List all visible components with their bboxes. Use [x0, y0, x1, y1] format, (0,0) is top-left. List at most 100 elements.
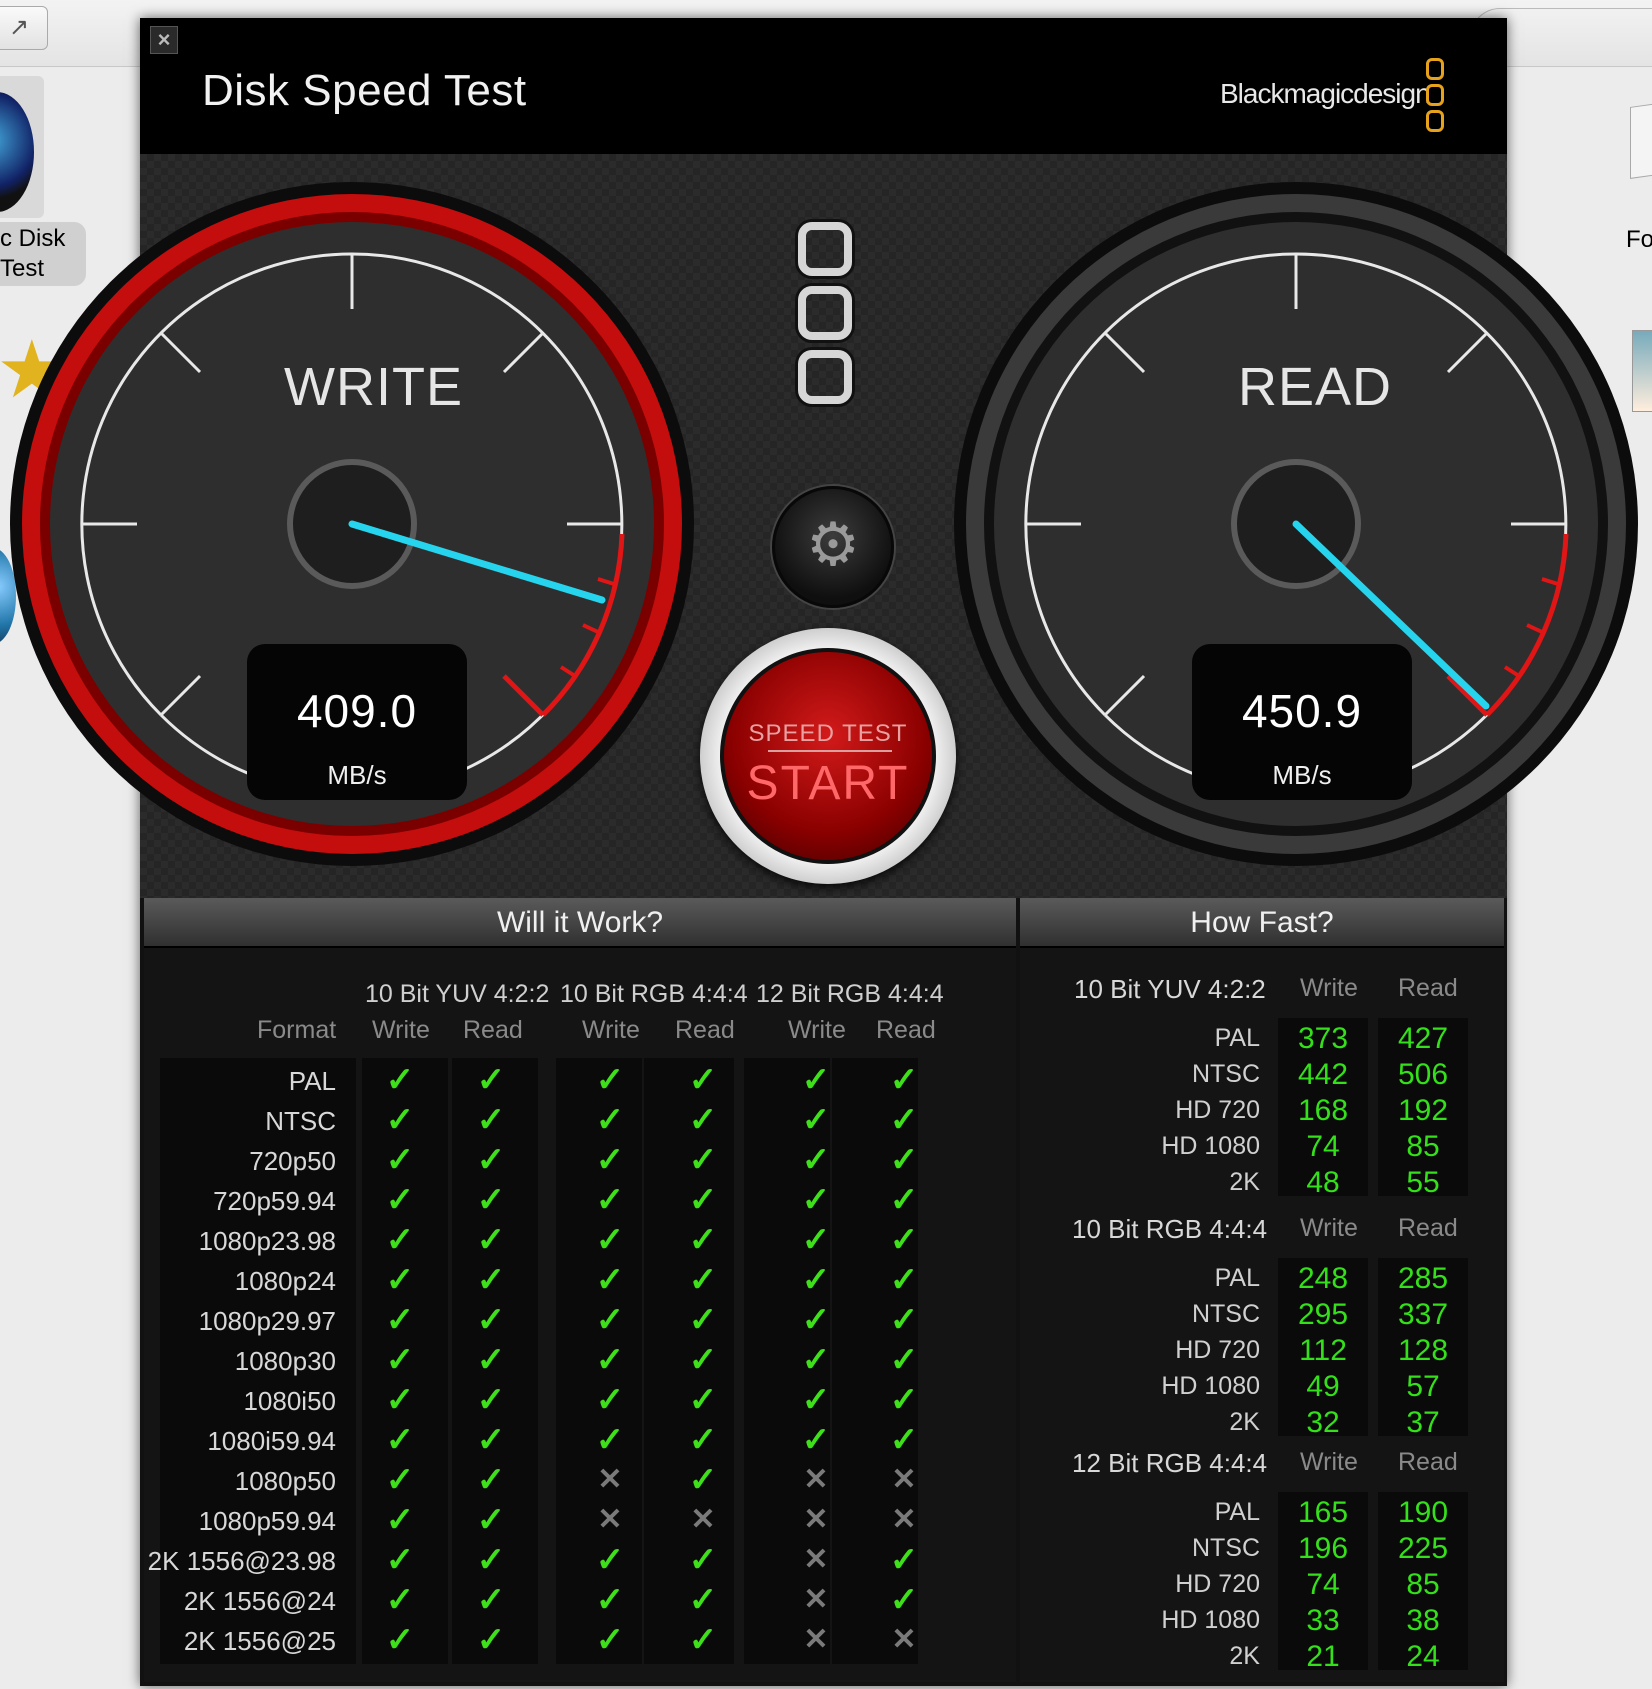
start-button-label: START	[746, 757, 910, 810]
title-bar: × Disk Speed Test Blackmagicdesign	[140, 18, 1507, 154]
format-column-header: Format	[257, 1016, 337, 1044]
settings-gear-button[interactable]: ⚙	[772, 486, 894, 608]
write-read-subheader: Write	[582, 1016, 640, 1044]
cross-mark-icon: ✕	[891, 1623, 917, 1656]
speed-read-column-header: Read	[1398, 1448, 1458, 1476]
check-mark-icon: ✓	[385, 1381, 415, 1419]
check-mark-icon: ✓	[595, 1221, 625, 1259]
speed-format-label: HD 1080	[1161, 1132, 1260, 1160]
check-mark-icon: ✓	[688, 1181, 718, 1219]
cross-mark-icon: ✕	[803, 1503, 829, 1536]
speed-format-label: PAL	[1214, 1024, 1260, 1052]
format-group-header: 10 Bit RGB 4:4:4	[560, 980, 748, 1008]
speed-format-label: 2K	[1229, 1408, 1260, 1436]
speed-format-label: 2K	[1229, 1168, 1260, 1196]
check-mark-icon: ✓	[595, 1101, 625, 1139]
format-row-label: 1080p29.97	[198, 1306, 336, 1336]
check-mark-icon: ✓	[476, 1621, 506, 1659]
check-mark-icon: ✓	[688, 1581, 718, 1619]
check-mark-icon: ✓	[801, 1421, 831, 1459]
read-speed-cell: 85	[1406, 1568, 1440, 1601]
check-mark-icon: ✓	[385, 1341, 415, 1379]
start-button-divider	[768, 750, 892, 752]
read-gauge: READ 450.9 MB/s	[946, 174, 1646, 874]
check-mark-icon: ✓	[889, 1101, 919, 1139]
write-speed-cell: 112	[1299, 1334, 1347, 1367]
write-gauge: WRITE 409.0 MB/s	[2, 174, 702, 874]
check-mark-icon: ✓	[801, 1101, 831, 1139]
read-speed-cell: 192	[1397, 1094, 1449, 1127]
check-mark-icon: ✓	[385, 1101, 415, 1139]
check-mark-icon: ✓	[595, 1381, 625, 1419]
document-icon[interactable]	[1630, 101, 1652, 179]
share-button[interactable]: ↗	[0, 6, 48, 50]
format-row-label: 1080p30	[234, 1346, 336, 1376]
cross-mark-icon: ✕	[891, 1503, 917, 1536]
check-mark-icon: ✓	[889, 1061, 919, 1099]
check-mark-icon: ✓	[385, 1621, 415, 1659]
read-speed-cell: 57	[1406, 1370, 1440, 1403]
check-mark-icon: ✓	[385, 1141, 415, 1179]
check-mark-icon: ✓	[889, 1141, 919, 1179]
check-mark-icon: ✓	[595, 1181, 625, 1219]
cross-mark-icon: ✕	[803, 1543, 829, 1576]
check-mark-icon: ✓	[688, 1221, 718, 1259]
check-mark-icon: ✓	[595, 1621, 625, 1659]
format-row-label: 2K 1556@23.98	[147, 1546, 336, 1576]
write-speed-cell: 196	[1297, 1532, 1349, 1565]
read-speed-cell: 337	[1397, 1298, 1449, 1331]
check-mark-icon: ✓	[688, 1141, 718, 1179]
read-speed-cell: 24	[1406, 1640, 1440, 1673]
check-mark-icon: ✓	[688, 1541, 718, 1579]
write-speed-cell: 168	[1297, 1094, 1349, 1127]
close-button[interactable]: ×	[150, 26, 178, 54]
check-mark-icon: ✓	[688, 1261, 718, 1299]
write-speed-cell: 373	[1297, 1022, 1349, 1055]
check-mark-icon: ✓	[688, 1421, 718, 1459]
check-mark-icon: ✓	[476, 1501, 506, 1539]
check-mark-icon: ✓	[688, 1101, 718, 1139]
check-mark-icon: ✓	[801, 1261, 831, 1299]
check-mark-icon: ✓	[476, 1141, 506, 1179]
check-mark-icon: ✓	[889, 1221, 919, 1259]
write-gauge-label: WRITE	[284, 357, 463, 417]
speed-test-start-button[interactable]: SPEED TEST START	[700, 628, 956, 884]
format-row-label: 1080p23.98	[198, 1226, 336, 1256]
check-mark-icon: ✓	[801, 1341, 831, 1379]
speed-format-label: 2K	[1229, 1642, 1260, 1670]
cross-mark-icon: ✕	[803, 1623, 829, 1656]
speed-format-label: PAL	[1214, 1264, 1260, 1292]
format-row-label: 720p50	[249, 1146, 336, 1176]
check-mark-icon: ✓	[385, 1541, 415, 1579]
speed-read-column-header: Read	[1398, 1214, 1458, 1242]
format-group-header: 12 Bit RGB 4:4:4	[756, 980, 944, 1008]
read-speed-cell: 55	[1406, 1166, 1440, 1199]
start-button-top-label: SPEED TEST	[748, 720, 908, 747]
check-mark-icon: ✓	[801, 1061, 831, 1099]
format-row-label: 720p59.94	[213, 1186, 336, 1216]
write-speed-cell: 74	[1306, 1568, 1340, 1601]
speed-write-column-header: Write	[1300, 974, 1358, 1002]
check-mark-icon: ✓	[476, 1061, 506, 1099]
read-speed-cell: 427	[1397, 1022, 1449, 1055]
check-mark-icon: ✓	[595, 1301, 625, 1339]
check-mark-icon: ✓	[688, 1461, 718, 1499]
read-speed-cell: 190	[1397, 1496, 1449, 1529]
check-mark-icon: ✓	[595, 1261, 625, 1299]
check-mark-icon: ✓	[688, 1381, 718, 1419]
check-mark-icon: ✓	[889, 1181, 919, 1219]
check-mark-icon: ✓	[889, 1301, 919, 1339]
write-read-subheader: Read	[675, 1016, 735, 1044]
check-mark-icon: ✓	[801, 1141, 831, 1179]
blackmagic-center-logo-icon	[798, 222, 860, 422]
check-mark-icon: ✓	[476, 1301, 506, 1339]
check-mark-icon: ✓	[595, 1061, 625, 1099]
write-read-subheader: Read	[876, 1016, 936, 1044]
check-mark-icon: ✓	[595, 1421, 625, 1459]
read-speed-value: 450.9	[1241, 685, 1363, 737]
check-mark-icon: ✓	[801, 1301, 831, 1339]
check-mark-icon: ✓	[688, 1341, 718, 1379]
format-row-label: 1080i59.94	[207, 1426, 336, 1456]
write-speed-cell: 295	[1297, 1298, 1349, 1331]
read-speed-cell: 225	[1397, 1532, 1449, 1565]
